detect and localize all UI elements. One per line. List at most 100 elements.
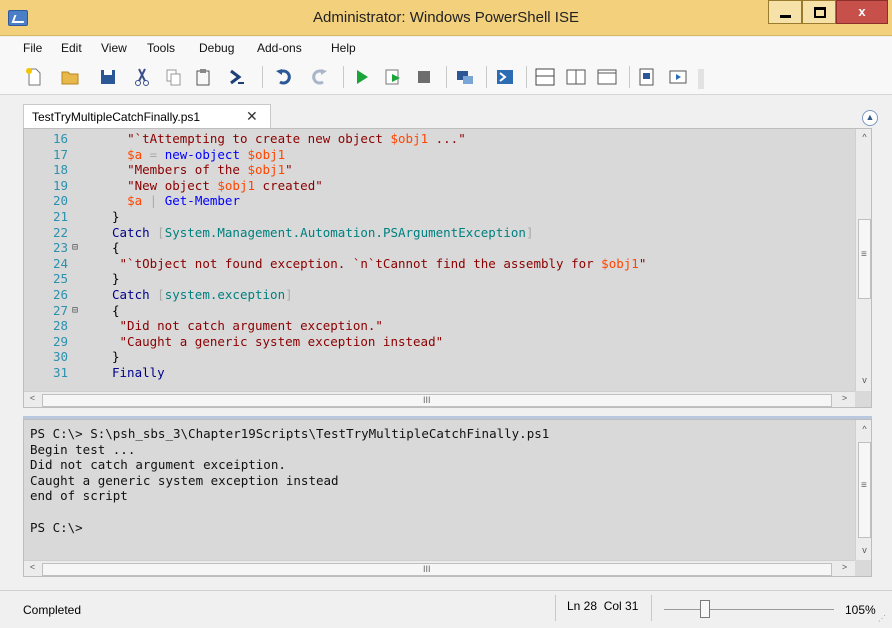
line-number: 24 xyxy=(52,255,68,271)
tab-script-file[interactable]: TestTryMultipleCatchFinally.ps1 ✕ xyxy=(23,104,271,128)
scroll-thumb[interactable]: ≡ xyxy=(858,219,871,299)
code-text: "New object $obj1 created" xyxy=(127,177,323,193)
cut-icon[interactable] xyxy=(132,67,152,87)
toolbar-overflow[interactable] xyxy=(698,69,704,89)
cursor-position: Ln 28 Col 31 xyxy=(567,599,639,613)
powershell-icon[interactable] xyxy=(495,67,515,87)
menu-bar: File Edit View Tools Debug Add-ons Help xyxy=(0,37,892,59)
line-number: 22 xyxy=(52,224,68,240)
title-bar: Administrator: Windows PowerShell ISE x xyxy=(0,0,892,36)
scroll-down-icon[interactable]: v xyxy=(856,375,871,385)
code-text: $a = new-object $obj1 xyxy=(127,146,286,162)
stop-icon[interactable] xyxy=(414,67,434,87)
console-vertical-scrollbar[interactable]: ^ ≡ v xyxy=(855,420,871,560)
show-command-window-icon[interactable] xyxy=(637,67,657,87)
code-text: Catch [system.exception] xyxy=(112,287,293,302)
code-text: "`tObject not found exception. `n`tCanno… xyxy=(119,255,647,271)
scroll-right-icon[interactable]: > xyxy=(836,393,853,403)
line-number: 17 xyxy=(52,146,68,162)
show-script-maximized-icon[interactable] xyxy=(597,67,617,87)
fold-toggle-icon[interactable]: ⊟ xyxy=(72,240,78,255)
close-icon: x xyxy=(858,4,866,19)
clear-console-icon[interactable] xyxy=(227,67,247,87)
menu-help[interactable]: Help xyxy=(331,41,356,55)
script-horizontal-scrollbar[interactable]: < III > xyxy=(24,391,855,407)
status-separator xyxy=(651,595,652,621)
zoom-slider-thumb[interactable] xyxy=(700,600,710,618)
scroll-right-icon[interactable]: > xyxy=(836,562,853,572)
zoom-level: 105% xyxy=(845,603,876,617)
menu-file[interactable]: File xyxy=(23,41,42,55)
run-script-icon[interactable] xyxy=(352,67,372,87)
minimize-icon xyxy=(780,15,791,18)
menu-edit[interactable]: Edit xyxy=(61,41,82,55)
show-addon-icon[interactable] xyxy=(668,67,688,87)
scroll-left-icon[interactable]: < xyxy=(24,562,41,572)
line-number: 18 xyxy=(52,162,68,178)
line-number: 21 xyxy=(52,209,68,224)
show-script-top-icon[interactable] xyxy=(535,67,555,87)
scroll-thumb[interactable]: III xyxy=(42,563,832,576)
code-text: { xyxy=(112,240,120,256)
open-icon[interactable] xyxy=(60,67,80,87)
maximize-icon xyxy=(814,7,826,18)
line-number: 23 xyxy=(52,240,68,256)
line-number: 26 xyxy=(52,287,68,302)
code-text: } xyxy=(112,271,120,287)
line-number: 31 xyxy=(52,365,68,380)
line-number: 16 xyxy=(52,131,68,146)
line-number: 29 xyxy=(52,333,68,349)
maximize-button[interactable] xyxy=(802,0,836,24)
menu-addons[interactable]: Add-ons xyxy=(257,41,302,55)
new-remote-tab-icon[interactable] xyxy=(455,67,475,87)
resize-grip-icon[interactable]: ⋰ xyxy=(878,614,886,623)
menu-tools[interactable]: Tools xyxy=(147,41,175,55)
toolbar-separator xyxy=(446,66,447,88)
close-tab-icon[interactable]: ✕ xyxy=(246,108,258,125)
console-line: end of script xyxy=(30,488,128,504)
window-title: Administrator: Windows PowerShell ISE xyxy=(313,9,579,26)
menu-view[interactable]: View xyxy=(101,41,127,55)
run-selection-icon[interactable] xyxy=(383,67,403,87)
console-pane[interactable]: PS C:\> S:\psh_sbs_3\Chapter19Scripts\Te… xyxy=(23,419,872,577)
console-horizontal-scrollbar[interactable]: < III > xyxy=(24,560,855,576)
close-button[interactable]: x xyxy=(836,0,888,24)
menu-debug[interactable]: Debug xyxy=(199,41,234,55)
console-line: PS C:\> S:\psh_sbs_3\Chapter19Scripts\Te… xyxy=(30,426,550,441)
minimize-button[interactable] xyxy=(768,0,802,24)
fold-toggle-icon[interactable]: ⊟ xyxy=(72,303,78,318)
status-separator xyxy=(555,595,556,621)
line-number: 25 xyxy=(52,271,68,287)
line-number: 30 xyxy=(52,349,68,365)
console-line: Caught a generic system exception instea… xyxy=(30,472,339,488)
new-script-icon[interactable] xyxy=(24,67,44,87)
scroll-left-icon[interactable]: < xyxy=(24,393,41,403)
copy-icon[interactable] xyxy=(163,67,183,87)
console-line: PS C:\> xyxy=(30,519,83,535)
toolbar-separator xyxy=(629,66,630,88)
undo-icon[interactable] xyxy=(274,67,294,87)
collapse-script-pane-icon[interactable]: ▲ xyxy=(862,110,878,126)
redo-icon[interactable] xyxy=(309,67,329,87)
scroll-up-icon[interactable]: ^ xyxy=(856,424,871,434)
scroll-down-icon[interactable]: v xyxy=(856,545,871,555)
save-icon[interactable] xyxy=(98,67,118,87)
code-text: "Members of the $obj1" xyxy=(127,162,293,178)
code-text: "Did not catch argument exception." xyxy=(119,318,383,334)
script-vertical-scrollbar[interactable]: ^ ≡ v xyxy=(855,129,871,391)
console-line: Begin test ... xyxy=(30,441,136,457)
status-text: Completed xyxy=(23,603,82,617)
code-text: "`tAttempting to create new object $obj1… xyxy=(127,131,466,146)
show-script-right-icon[interactable] xyxy=(566,67,586,87)
status-bar: Completed Ln 28 Col 31 105% xyxy=(0,590,892,628)
scroll-thumb[interactable]: ≡ xyxy=(858,442,871,538)
paste-icon[interactable] xyxy=(193,67,213,87)
script-pane[interactable]: 16 "`tAttempting to create new object $o… xyxy=(23,128,872,408)
zoom-slider-track[interactable] xyxy=(664,609,834,610)
scroll-up-icon[interactable]: ^ xyxy=(856,132,871,142)
toolbar-separator xyxy=(262,66,263,88)
scroll-thumb[interactable]: III xyxy=(42,394,832,407)
code-text: } xyxy=(112,209,120,224)
code-text: Finally xyxy=(112,365,165,380)
code-text: $a | Get-Member xyxy=(127,193,240,209)
